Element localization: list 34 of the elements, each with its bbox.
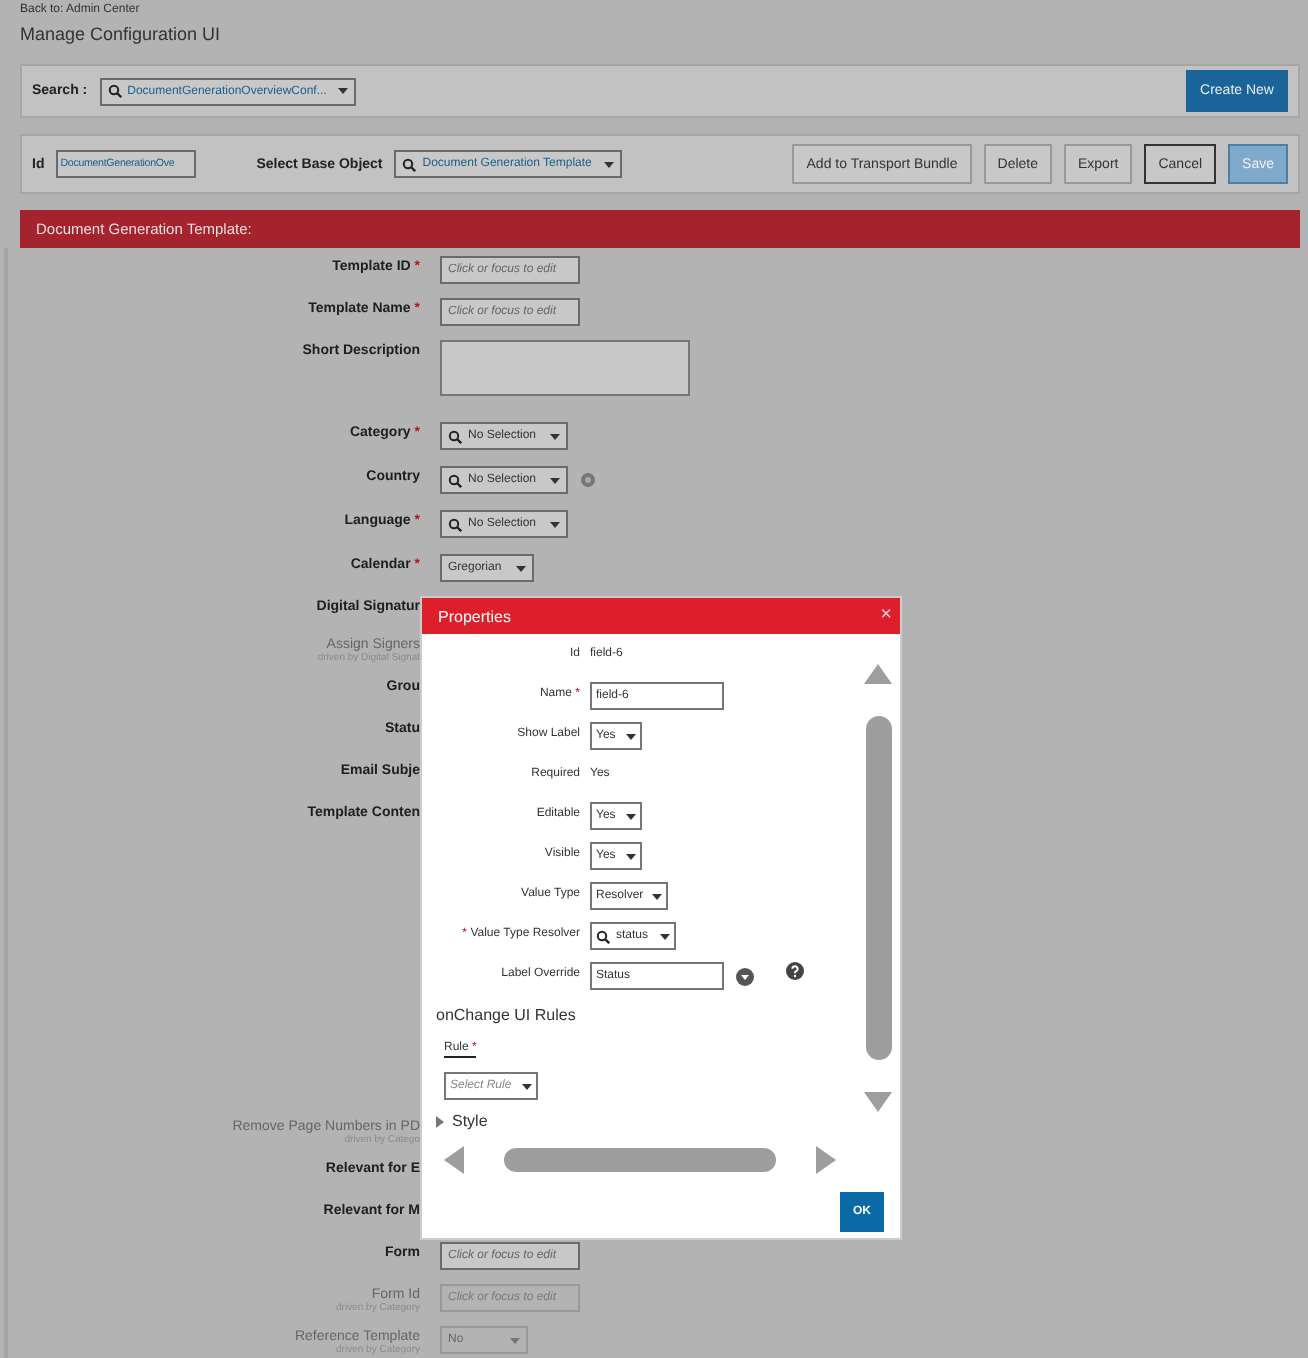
caret-icon (604, 161, 615, 167)
scroll-left-button[interactable] (442, 1146, 466, 1174)
caret-icon (516, 565, 526, 571)
scroll-right-button[interactable] (814, 1146, 838, 1174)
caret-icon (510, 1337, 520, 1343)
caret-right-icon (436, 1115, 444, 1127)
search-icon (107, 84, 122, 98)
caret-icon (626, 813, 636, 819)
caret-icon (550, 433, 560, 439)
search-icon (448, 517, 462, 531)
page-title: Manage Configuration UI (20, 22, 223, 48)
caret-icon (522, 1083, 532, 1089)
search-icon (448, 429, 462, 443)
caret-icon (626, 733, 636, 739)
search-icon (448, 473, 462, 487)
scrollbar-thumb[interactable] (865, 716, 891, 1060)
scroll-down-button[interactable] (864, 1090, 892, 1114)
caret-icon (626, 853, 636, 859)
caret-icon (550, 477, 560, 483)
dropdown-circle-icon[interactable] (736, 967, 754, 985)
caret-icon (660, 933, 670, 939)
caret-icon (550, 521, 560, 527)
close-button[interactable]: × (880, 606, 892, 626)
scrollbar-thumb[interactable] (504, 1148, 776, 1172)
textarea-field[interactable] (440, 340, 690, 396)
search-icon (596, 929, 610, 943)
caret-icon (652, 893, 662, 899)
scroll-up-button[interactable] (864, 662, 892, 686)
style-toggle[interactable]: Style (436, 1112, 488, 1130)
caret-icon (337, 88, 348, 94)
help-icon[interactable] (786, 961, 804, 979)
circle-icon[interactable] (580, 472, 596, 488)
search-icon (402, 157, 417, 171)
rules-heading: onChange UI Rules (436, 1006, 578, 1024)
